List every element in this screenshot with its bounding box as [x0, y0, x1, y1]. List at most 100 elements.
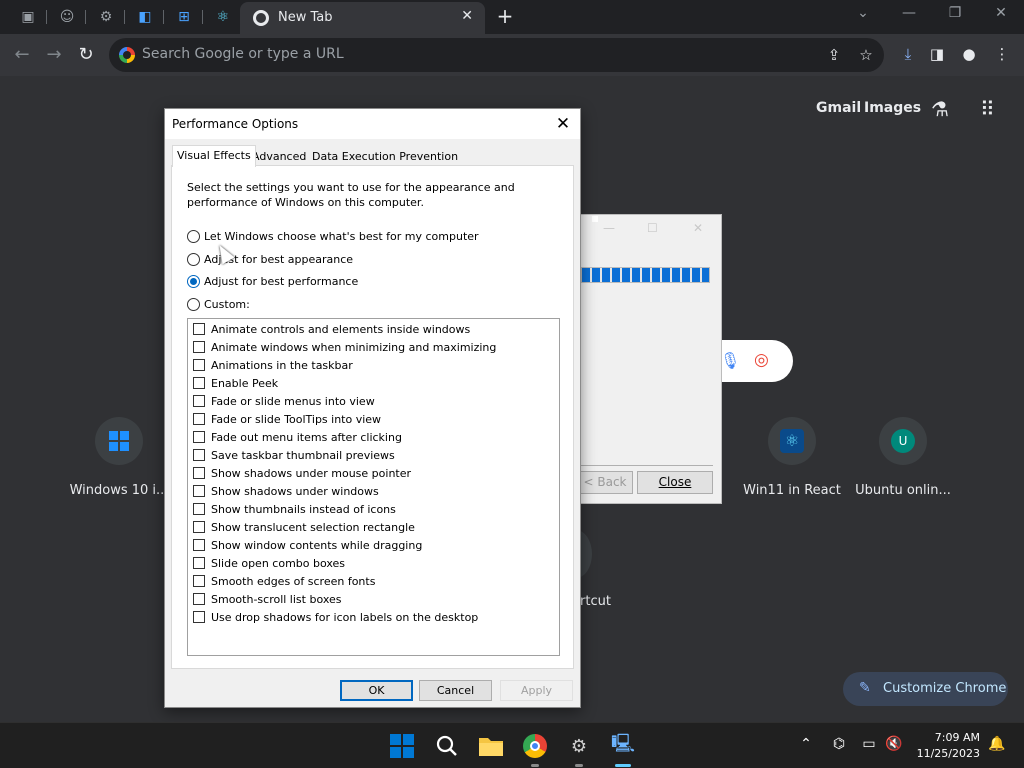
gmail-link[interactable]: Gmail	[816, 100, 861, 116]
effect-fade-menus[interactable]: Fade or slide menus into view	[193, 392, 375, 410]
tab-search-icon[interactable]: ⌄	[848, 5, 878, 21]
restore-icon[interactable]: ❐	[940, 5, 970, 21]
checkbox[interactable]	[193, 431, 205, 443]
display-icon[interactable]: ▭	[859, 736, 879, 752]
checkbox[interactable]	[193, 557, 205, 569]
pinned-tab-4[interactable]: ◧	[132, 5, 158, 29]
radio-best-appearance[interactable]: Adjust for best appearance	[187, 251, 353, 267]
effect-fade-tooltips[interactable]: Fade or slide ToolTips into view	[193, 410, 381, 428]
effect-window-shadows[interactable]: Show shadows under windows	[193, 482, 379, 500]
effect-fade-menu-items[interactable]: Fade out menu items after clicking	[193, 428, 402, 446]
effect-thumbnail-previews[interactable]: Save taskbar thumbnail previews	[193, 446, 395, 464]
cancel-button[interactable]: Cancel	[419, 680, 492, 701]
chrome-taskbar-button[interactable]	[520, 731, 550, 767]
close-icon[interactable]: ✕	[693, 221, 703, 235]
radio-button[interactable]	[187, 229, 200, 243]
effect-pointer-shadows[interactable]: Show shadows under mouse pointer	[193, 464, 411, 482]
back-button[interactable]: < Back	[577, 471, 633, 494]
search-button[interactable]	[432, 731, 462, 761]
apps-grid-icon[interactable]: ⠿	[980, 97, 995, 121]
checkbox[interactable]	[193, 539, 205, 551]
effect-enable-peek[interactable]: Enable Peek	[193, 374, 278, 392]
volume-muted-icon[interactable]: 🔇	[884, 736, 904, 752]
back-arrow-icon[interactable]: ←	[10, 43, 34, 67]
radio-let-windows-choose[interactable]: Let Windows choose what's best for my co…	[187, 228, 479, 244]
radio-best-performance[interactable]: Adjust for best performance	[187, 273, 358, 289]
shortcut-win11-react[interactable]: ⚛ Win11 in React	[737, 417, 847, 498]
checkbox[interactable]	[193, 575, 205, 587]
close-tab-icon[interactable]: ✕	[461, 8, 473, 24]
shortcut-ubuntu-online[interactable]: U Ubuntu onlin...	[848, 417, 958, 498]
checkbox[interactable]	[193, 503, 205, 515]
radio-button[interactable]	[187, 274, 200, 288]
close-button[interactable]: Close	[637, 471, 713, 494]
bookmark-star-icon[interactable]: ☆	[857, 46, 875, 64]
chevron-up-icon[interactable]: ⌃	[796, 736, 816, 752]
effect-drag-contents[interactable]: Show window contents while dragging	[193, 536, 422, 554]
customize-chrome-button[interactable]: ✎ Customize Chrome	[843, 672, 1008, 706]
effects-listbox[interactable]: Animate controls and elements inside win…	[187, 318, 560, 656]
start-button[interactable]	[387, 731, 417, 761]
images-link[interactable]: Images	[864, 100, 921, 116]
notification-bell-icon[interactable]: 🔔	[987, 736, 1007, 752]
minimize-icon[interactable]: —	[603, 221, 615, 235]
effect-icon-label-shadows[interactable]: Use drop shadows for icon labels on the …	[193, 608, 478, 626]
close-window-icon[interactable]: ✕	[986, 5, 1016, 21]
app-taskbar-button[interactable]: ⚙	[564, 731, 594, 767]
menu-dots-icon[interactable]: ⋮	[991, 43, 1013, 65]
radio-custom[interactable]: Custom:	[187, 296, 250, 312]
maximize-icon[interactable]: ☐	[647, 221, 658, 235]
checkbox[interactable]	[193, 611, 205, 623]
pinned-tab-3[interactable]: ⚙	[93, 5, 119, 29]
new-tab-button[interactable]: +	[494, 4, 516, 28]
checkbox[interactable]	[193, 449, 205, 461]
reload-icon[interactable]: ↻	[74, 43, 98, 67]
checkbox[interactable]	[193, 341, 205, 353]
shortcut-partial-label[interactable]: rtcut	[580, 594, 611, 609]
tab-advanced[interactable]: Advanced	[248, 147, 310, 166]
active-tab[interactable]: New Tab ✕	[240, 2, 485, 34]
effect-animate-windows[interactable]: Animate windows when minimizing and maxi…	[193, 338, 496, 356]
side-panel-icon[interactable]: ◨	[926, 43, 948, 65]
tab-data-execution-prevention[interactable]: Data Execution Prevention	[308, 147, 462, 166]
checkbox[interactable]	[193, 323, 205, 335]
google-lens-icon[interactable]: ◎	[754, 350, 769, 370]
forward-arrow-icon[interactable]: →	[42, 43, 66, 67]
checkbox[interactable]	[193, 377, 205, 389]
ok-button[interactable]: OK	[340, 680, 413, 701]
pinned-tab-5[interactable]: ⊞	[171, 5, 197, 29]
checkbox[interactable]	[193, 521, 205, 533]
effect-translucent-rectangle[interactable]: Show translucent selection rectangle	[193, 518, 415, 536]
effect-animate-controls[interactable]: Animate controls and elements inside win…	[193, 320, 470, 338]
clock[interactable]: 7:09 AM 11/25/2023	[917, 730, 980, 762]
checkbox[interactable]	[193, 359, 205, 371]
pinned-tab-1[interactable]: ▣	[15, 5, 41, 29]
checkbox[interactable]	[193, 395, 205, 407]
pinned-tab-2[interactable]: ☺	[54, 5, 80, 29]
labs-flask-icon[interactable]: ⚗	[931, 97, 949, 121]
share-icon[interactable]: ⇪	[825, 46, 843, 64]
radio-button[interactable]	[187, 297, 200, 311]
network-icon[interactable]: ⌬	[829, 736, 849, 752]
close-icon[interactable]: ✕	[552, 113, 574, 135]
checkbox[interactable]	[193, 467, 205, 479]
effect-combo-boxes[interactable]: Slide open combo boxes	[193, 554, 345, 572]
checkbox[interactable]	[193, 593, 205, 605]
radio-button[interactable]	[187, 252, 200, 266]
effect-thumbnails[interactable]: Show thumbnails instead of icons	[193, 500, 396, 518]
effect-smooth-scroll[interactable]: Smooth-scroll list boxes	[193, 590, 342, 608]
profile-icon[interactable]: ●	[958, 43, 980, 65]
download-icon[interactable]: ⤓	[897, 43, 919, 65]
effect-taskbar-animations[interactable]: Animations in the taskbar	[193, 356, 353, 374]
pinned-tab-6[interactable]: ⚛	[210, 5, 236, 29]
effect-smooth-fonts[interactable]: Smooth edges of screen fonts	[193, 572, 375, 590]
microphone-icon[interactable]: 🎙	[720, 351, 740, 370]
minimize-icon[interactable]: —	[894, 5, 924, 21]
shortcut-windows-10[interactable]: Windows 10 i...	[64, 417, 174, 498]
file-explorer-button[interactable]	[476, 731, 506, 761]
checkbox[interactable]	[193, 485, 205, 497]
omnibox[interactable]: Search Google or type a URL ⇪ ☆	[109, 38, 884, 72]
tab-visual-effects[interactable]: Visual Effects	[172, 145, 256, 167]
apply-button[interactable]: Apply	[500, 680, 573, 701]
system-properties-taskbar-button[interactable]: 🖳	[608, 731, 638, 767]
